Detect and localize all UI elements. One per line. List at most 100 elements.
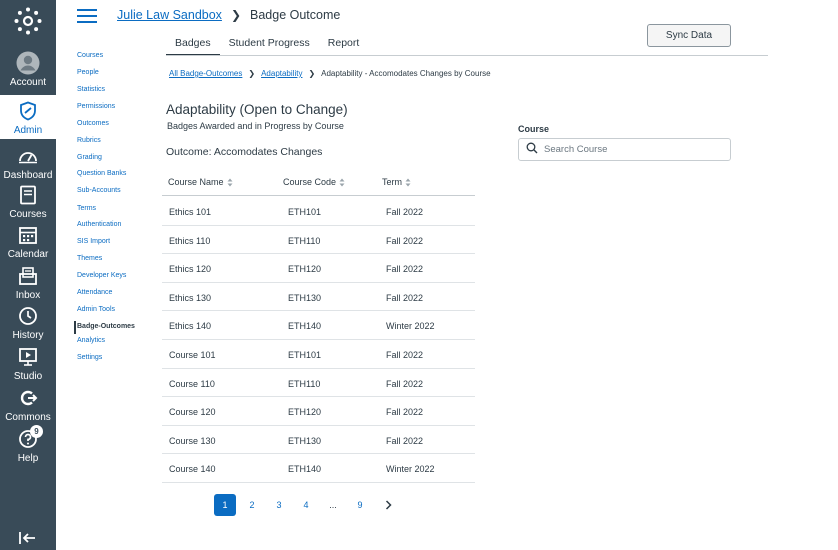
col-course-name[interactable]: Course Name [168,177,233,187]
page-4-button[interactable]: 4 [300,494,312,516]
history-clock-icon [16,304,40,328]
tab-badges[interactable]: Badges [166,30,220,56]
collapse-nav-icon[interactable] [18,530,38,546]
page-9-button[interactable]: 9 [354,494,366,516]
subnav-analytics[interactable]: Analytics [77,337,105,344]
subnav-people[interactable]: People [77,69,99,76]
page-subtitle: Badges Awarded and in Progress by Course [167,121,344,131]
nav-account[interactable]: Account [0,51,56,88]
nav-account-label: Account [9,77,47,88]
page-3-button[interactable]: 3 [273,494,285,516]
subnav-sis-import[interactable]: SIS Import [77,238,110,245]
subnav-badge-outcomes[interactable]: Badge-Outcomes [77,323,135,330]
table-row[interactable]: Course 140 ETH140 Winter 2022 [162,454,475,483]
cell-term: Fall 2022 [386,407,424,418]
nav-inbox[interactable]: Inbox [0,264,56,301]
commons-icon [16,386,40,410]
subnav-sub-accounts[interactable]: Sub-Accounts [77,187,121,194]
subnav-question-banks[interactable]: Question Banks [77,170,126,177]
nav-help[interactable]: Help [0,427,56,464]
nav-calendar[interactable]: Calendar [0,223,56,260]
course-search-box[interactable] [518,138,731,161]
chevron-right-icon: ❯ [230,8,241,22]
page-1-button[interactable]: 1 [214,494,236,516]
table-row[interactable]: Ethics 101 ETH101 Fall 2022 [162,197,475,226]
nav-studio[interactable]: Studio [0,345,56,382]
cell-course-name: Course 120 [169,407,216,418]
sort-icon [227,178,233,186]
subnav-outcomes[interactable]: Outcomes [77,120,109,127]
subnav-grading[interactable]: Grading [77,154,102,161]
table-row[interactable]: Course 130 ETH130 Fall 2022 [162,426,475,455]
table-header: Course Name Course Code Term [162,170,475,196]
nav-inbox-label: Inbox [15,290,41,301]
top-breadcrumb: Julie Law Sandbox ❯ Badge Outcome [117,8,340,22]
inbox-icon [16,264,40,288]
col-term[interactable]: Term [382,177,411,187]
global-nav: Account Admin Dashboard Courses Calendar… [0,0,56,550]
cell-course-name: Ethics 140 [169,321,212,332]
cell-course-name: Ethics 130 [169,292,212,303]
cell-term: Fall 2022 [386,207,424,217]
courses-icon [16,183,40,207]
chevron-right-icon[interactable] [382,494,394,516]
sync-data-button[interactable]: Sync Data [647,24,731,47]
hamburger-menu-icon[interactable] [77,9,97,23]
account-icon [16,51,40,75]
crumb-adaptability[interactable]: Adaptability [261,69,302,78]
nav-help-label: Help [17,453,39,464]
cell-course-code: ETH110 [288,235,321,246]
table-row[interactable]: Ethics 110 ETH110 Fall 2022 [162,226,475,255]
crumb-all-badge-outcomes[interactable]: All Badge-Outcomes [169,69,242,78]
nav-commons-label: Commons [5,412,51,423]
canvas-logo-icon[interactable] [0,0,56,42]
nav-courses[interactable]: Courses [0,183,56,220]
nav-history[interactable]: History [0,304,56,341]
nav-studio-label: Studio [13,371,43,382]
table-row[interactable]: Course 110 ETH110 Fall 2022 [162,369,475,398]
subnav-settings[interactable]: Settings [77,354,102,361]
subnav-terms[interactable]: Terms [77,205,96,212]
cell-course-code: ETH130 [288,292,322,303]
page-ellipsis: ... [329,500,337,510]
crumb-sandbox-link[interactable]: Julie Law Sandbox [117,8,222,22]
nav-dashboard[interactable]: Dashboard [0,144,56,181]
cell-course-name: Ethics 110 [169,235,211,246]
subnav-attendance[interactable]: Attendance [77,289,112,296]
subnav-developer-keys[interactable]: Developer Keys [77,272,126,279]
page-2-button[interactable]: 2 [246,494,258,516]
col-course-code[interactable]: Course Code [283,177,345,187]
subnav-admin-tools[interactable]: Admin Tools [77,306,115,313]
subnav-authentication[interactable]: Authentication [77,221,121,228]
subnav-courses[interactable]: Courses [77,52,103,59]
tab-report[interactable]: Report [319,30,369,56]
table-row[interactable]: Ethics 140 ETH140 Winter 2022 [162,311,475,340]
subnav-rubrics[interactable]: Rubrics [77,137,101,144]
chevron-right-icon: ❯ [308,69,316,78]
crumb-current-page: Adaptability - Accomodates Changes by Co… [321,69,491,78]
subnav-themes[interactable]: Themes [77,255,102,262]
sort-icon [339,178,345,186]
nav-calendar-label: Calendar [7,249,49,260]
cell-course-code: ETH101 [288,350,322,360]
cell-course-name: Ethics 120 [169,264,212,275]
cell-course-name: Ethics 101 [169,207,212,217]
subnav-permissions[interactable]: Permissions [77,103,115,110]
cell-course-name: Course 110 [169,378,215,389]
cell-term: Winter 2022 [386,464,435,475]
tabs-divider [166,55,768,56]
studio-icon [16,345,40,369]
table-row[interactable]: Course 120 ETH120 Fall 2022 [162,397,475,426]
cell-course-name: Course 101 [169,350,216,360]
table-row[interactable]: Ethics 120 ETH120 Fall 2022 [162,254,475,283]
cell-term: Fall 2022 [386,435,424,446]
tab-student-progress[interactable]: Student Progress [220,30,319,56]
table-row[interactable]: Course 101 ETH101 Fall 2022 [162,340,475,369]
cell-term: Fall 2022 [386,378,424,389]
subnav-statistics[interactable]: Statistics [77,86,105,93]
course-search-input[interactable] [544,144,724,155]
nav-admin[interactable]: Admin [0,95,56,139]
course-filter-label: Course [518,124,550,134]
nav-commons[interactable]: Commons [0,386,56,423]
table-row[interactable]: Ethics 130 ETH130 Fall 2022 [162,283,475,312]
